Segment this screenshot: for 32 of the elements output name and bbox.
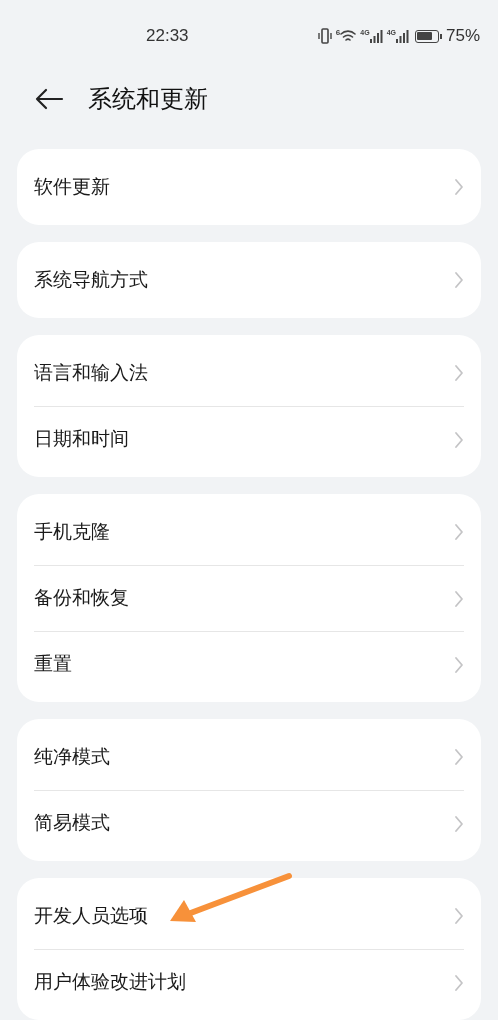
chevron-right-icon	[454, 907, 464, 925]
settings-item[interactable]: 简易模式	[34, 790, 464, 856]
settings-item[interactable]: 纯净模式	[34, 724, 464, 790]
wifi-icon	[340, 29, 357, 43]
signal-icon	[369, 29, 383, 43]
chevron-right-icon	[454, 364, 464, 382]
settings-item[interactable]: 备份和恢复	[34, 565, 464, 631]
back-icon[interactable]	[34, 88, 64, 110]
chevron-right-icon	[454, 430, 464, 449]
settings-item[interactable]: 重置	[34, 631, 464, 697]
chevron-right-icon	[454, 523, 464, 541]
chevron-right-icon	[454, 271, 464, 289]
battery-icon	[414, 29, 442, 43]
chevron-right-icon	[454, 814, 464, 833]
settings-item[interactable]: 手机克隆	[34, 499, 464, 565]
settings-item[interactable]: 语言和输入法	[34, 340, 464, 406]
chevron-right-icon	[454, 748, 464, 766]
battery-percent: 75%	[445, 25, 480, 48]
chevron-right-icon	[454, 178, 464, 196]
settings-item[interactable]: 软件更新	[34, 154, 464, 220]
settings-item[interactable]: 系统导航方式	[34, 247, 464, 313]
vibrate-icon	[317, 28, 332, 44]
page-title: 系统和更新	[88, 84, 208, 114]
chevron-right-icon	[454, 589, 464, 608]
signal-icon	[395, 29, 409, 43]
chevron-right-icon	[454, 973, 464, 992]
settings-item[interactable]: 开发人员选项	[34, 883, 464, 949]
status-time: 22:33	[146, 25, 189, 48]
wifi-label: 6	[335, 29, 341, 37]
settings-item[interactable]: 用户体验改进计划	[34, 949, 464, 1015]
settings-item[interactable]: 日期和时间	[34, 406, 464, 472]
chevron-right-icon	[454, 655, 464, 674]
